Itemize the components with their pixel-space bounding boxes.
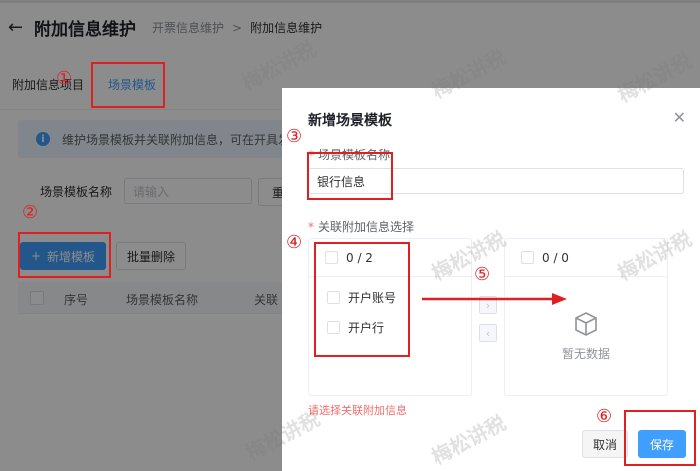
- item-label: 开户账号: [348, 291, 397, 305]
- associated-info-label: * 关联附加信息选择: [308, 218, 414, 235]
- item-label: 开户行: [348, 321, 385, 335]
- cancel-button[interactable]: 取消: [582, 430, 628, 458]
- template-name-input[interactable]: 银行信息: [308, 168, 684, 194]
- associated-info-label-text: 关联附加信息选择: [318, 220, 415, 234]
- template-name-label: * 场景模板名称: [308, 146, 390, 163]
- template-name-label-text: 场景模板名称: [318, 148, 391, 162]
- empty-text: 暂无数据: [561, 346, 610, 361]
- required-mark: *: [308, 148, 314, 162]
- transfer-source-panel: 0 / 2 开户账号 开户行: [308, 238, 472, 396]
- list-item[interactable]: 开户行: [327, 319, 384, 336]
- close-icon[interactable]: ✕: [673, 108, 686, 127]
- source-panel-header: 0 / 2: [309, 239, 471, 277]
- source-select-all-checkbox[interactable]: [325, 251, 338, 264]
- move-left-button[interactable]: ‹: [479, 324, 497, 342]
- drawer-title: 新增场景模板: [308, 113, 392, 129]
- target-select-all-checkbox[interactable]: [521, 251, 534, 264]
- item-checkbox[interactable]: [327, 291, 340, 304]
- target-panel-header: 0 / 0: [505, 239, 667, 277]
- transfer-target-panel: 0 / 0 暂无数据: [504, 238, 668, 396]
- validation-error: 请选择关联附加信息: [308, 404, 407, 417]
- empty-box-icon: [575, 311, 597, 336]
- empty-state: 暂无数据: [505, 277, 667, 395]
- required-mark: *: [308, 220, 314, 234]
- source-count: 0 / 2: [346, 250, 373, 265]
- add-template-drawer: 新增场景模板 ✕ * 场景模板名称 银行信息 * 关联附加信息选择 0 / 2 开户…: [282, 88, 700, 471]
- target-count: 0 / 0: [542, 250, 569, 265]
- save-button[interactable]: 保存: [638, 430, 686, 458]
- item-checkbox[interactable]: [327, 321, 340, 334]
- list-item[interactable]: 开户账号: [327, 289, 396, 306]
- move-right-button[interactable]: ›: [479, 296, 497, 314]
